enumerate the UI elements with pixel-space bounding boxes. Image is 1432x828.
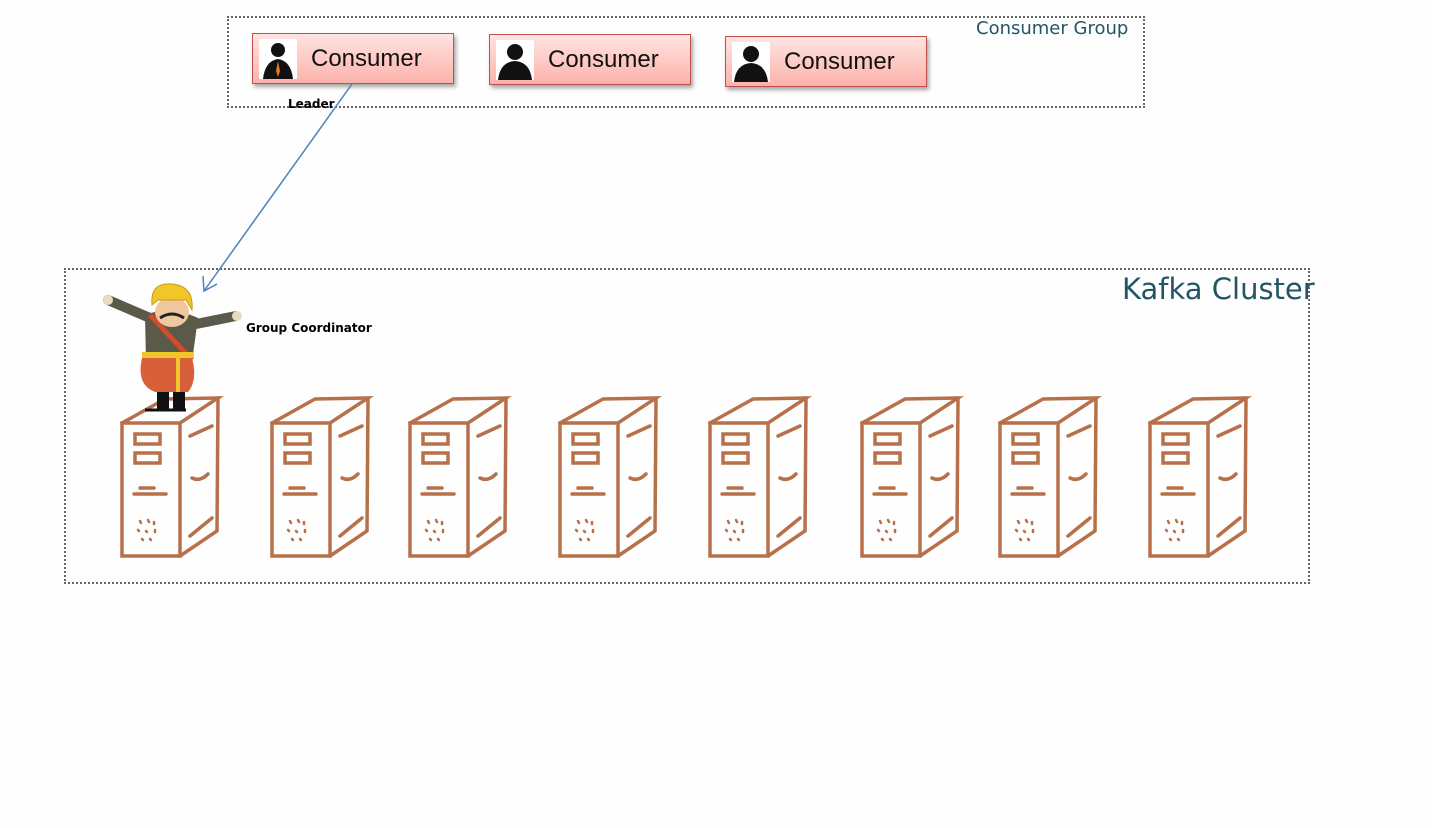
broker-server-icon [860,396,960,558]
group-coordinator-icon [103,283,242,412]
broker-server-icon [708,396,808,558]
broker-server-icon [998,396,1098,558]
diagram-graphics [103,83,1248,558]
broker-server-icon [408,396,508,558]
broker-server-icon [1148,396,1248,558]
leader-to-coordinator-arrow [203,83,353,292]
broker-server-icon [558,396,658,558]
broker-server-icon [120,396,220,558]
broker-server-icon [270,396,370,558]
